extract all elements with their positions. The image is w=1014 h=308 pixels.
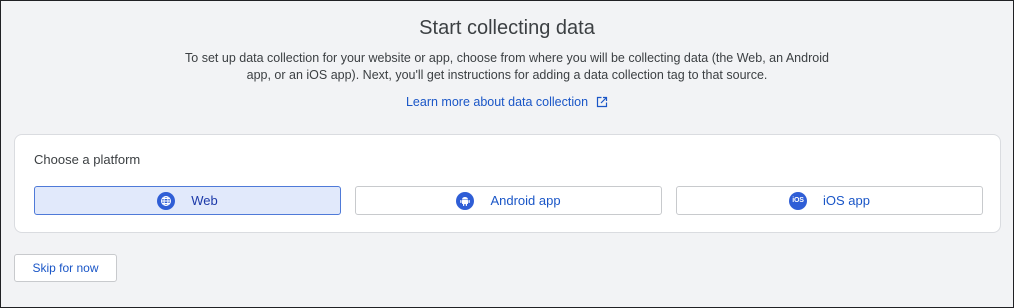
android-icon <box>456 191 475 210</box>
description: To set up data collection for your websi… <box>1 50 1013 84</box>
globe-icon <box>157 191 176 210</box>
open-in-new-icon <box>596 96 608 108</box>
ios-icon-text: iOS <box>792 197 804 204</box>
skip-for-now-button[interactable]: Skip for now <box>14 254 117 282</box>
platform-option-android[interactable]: Android app <box>355 186 662 215</box>
platform-option-ios[interactable]: iOS iOS app <box>676 186 983 215</box>
page-title: Start collecting data <box>419 17 595 39</box>
description-line: app, or an iOS app). Next, you'll get in… <box>246 68 768 82</box>
platform-option-label: iOS app <box>823 193 870 208</box>
learn-more-container: Learn more about data collection <box>1 95 1013 109</box>
platform-card: Choose a platform Web Android app iOS iO… <box>14 134 1001 233</box>
learn-more-link[interactable]: Learn more about data collection <box>406 95 608 109</box>
start-collecting-panel: Start collecting data To set up data col… <box>0 0 1014 308</box>
ios-icon: iOS <box>789 191 807 210</box>
platform-option-label: Web <box>191 193 218 208</box>
platform-option-label: Android app <box>490 193 561 208</box>
platform-option-web[interactable]: Web <box>34 186 341 215</box>
description-line: To set up data collection for your websi… <box>185 51 829 65</box>
learn-more-label: Learn more about data collection <box>405 95 589 109</box>
platform-card-title: Choose a platform <box>34 152 141 167</box>
